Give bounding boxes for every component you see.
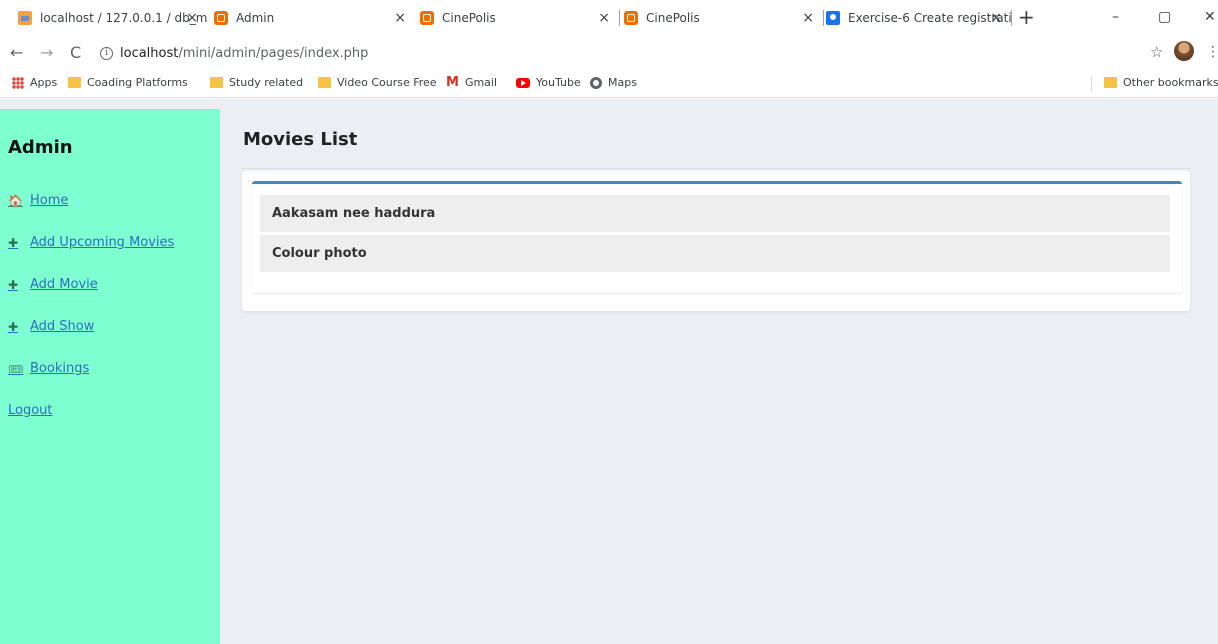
bookmark-other[interactable]: Other bookmarks xyxy=(1104,76,1218,89)
plus-icon: ✚ xyxy=(8,235,19,250)
folder-icon xyxy=(318,77,331,88)
bookmark-label: Apps xyxy=(30,76,58,89)
sidebar-item-label: Add Upcoming Movies xyxy=(30,235,175,250)
home-icon: 🏠 xyxy=(8,193,23,208)
browser-tab-cinepolis-2[interactable]: CinePolis × xyxy=(624,2,824,34)
tab-close-icon[interactable]: × xyxy=(990,10,1002,26)
movie-list-item[interactable]: Aakasam nee haddura xyxy=(260,195,1170,232)
tab-close-icon[interactable]: × xyxy=(598,10,610,26)
phpmyadmin-icon xyxy=(18,11,32,25)
profile-avatar[interactable] xyxy=(1174,41,1194,61)
minimize-button[interactable]: – xyxy=(1112,6,1119,28)
sidebar-item-add-upcoming-movies[interactable]: ✚ Add Upcoming Movies xyxy=(8,235,174,250)
plus-icon: ✚ xyxy=(8,277,19,292)
ticket-icon: 🎟 xyxy=(8,361,24,376)
sidebar-brand: Admin xyxy=(8,137,73,158)
bookmark-gmail[interactable]: M Gmail xyxy=(446,74,498,90)
sidebar: Admin 🏠 Home ✚ Add Upcoming Movies ✚ Add… xyxy=(0,109,220,644)
sidebar-item-label: Bookings xyxy=(30,361,90,376)
cinepolis-icon xyxy=(420,11,434,25)
tab-title: CinePolis xyxy=(442,11,496,25)
tab-separator xyxy=(619,10,620,26)
bookmark-coading-platforms[interactable]: Coading Platforms xyxy=(68,76,188,89)
movies-panel: Aakasam nee haddura Colour photo xyxy=(242,171,1190,311)
url-field[interactable]: i localhost /mini/admin/pages/index.php xyxy=(100,41,1100,65)
url-host: localhost xyxy=(120,45,179,61)
cinepolis-icon xyxy=(214,11,228,25)
bookmark-label: Video Course Free xyxy=(337,76,437,89)
maximize-button[interactable]: ▢ xyxy=(1158,6,1171,28)
tab-title: Exercise-6 Create registrati xyxy=(848,11,1012,25)
form-icon xyxy=(826,11,840,25)
bookmark-separator xyxy=(1091,76,1092,92)
sidebar-item-label: Add Show xyxy=(30,319,95,334)
youtube-icon xyxy=(516,77,530,88)
bookmark-apps[interactable]: Apps xyxy=(12,76,57,89)
back-arrow-icon[interactable]: ← xyxy=(10,43,23,63)
movies-box: Aakasam nee haddura Colour photo xyxy=(252,181,1182,293)
plus-icon: ✚ xyxy=(8,319,19,334)
tab-separator xyxy=(1011,10,1012,26)
bookmarks-bar: Apps Coading Platforms Study related Vid… xyxy=(0,70,1218,98)
folder-icon xyxy=(210,77,223,88)
new-tab-button[interactable]: + xyxy=(1018,6,1035,28)
tab-title: Admin xyxy=(236,11,275,25)
bookmark-video-course-free[interactable]: Video Course Free xyxy=(318,76,437,89)
maps-icon xyxy=(590,76,602,89)
folder-icon xyxy=(1104,77,1117,88)
tab-separator xyxy=(823,10,824,26)
tab-close-icon[interactable]: × xyxy=(802,10,814,26)
sidebar-item-label: Add Movie xyxy=(30,277,98,292)
reload-icon[interactable]: C xyxy=(70,43,81,63)
sidebar-item-label: Home xyxy=(30,193,69,208)
sidebar-item-add-show[interactable]: ✚ Add Show xyxy=(8,319,94,334)
bookmark-label: Study related xyxy=(229,76,304,89)
address-bar: ← → C i localhost /mini/admin/pages/inde… xyxy=(0,38,1218,68)
bookmark-star-icon[interactable]: ☆ xyxy=(1150,42,1163,62)
movie-list-item[interactable]: Colour photo xyxy=(260,235,1170,272)
bookmark-label: Other bookmarks xyxy=(1123,76,1218,89)
bookmark-study-related[interactable]: Study related xyxy=(210,76,303,89)
tab-title: localhost / 127.0.0.1 / db_m xyxy=(40,11,208,25)
url-path: /mini/admin/pages/index.php xyxy=(178,45,369,61)
bookmark-label: Coading Platforms xyxy=(87,76,188,89)
page-title: Movies List xyxy=(243,129,358,150)
bookmark-youtube[interactable]: YouTube xyxy=(516,76,581,89)
sidebar-item-label: Logout xyxy=(8,403,53,418)
main-content: Movies List Aakasam nee haddura Colour p… xyxy=(230,109,1192,644)
sidebar-item-bookings[interactable]: 🎟 Bookings xyxy=(8,361,89,376)
gmail-icon: M xyxy=(446,74,459,90)
cinepolis-icon xyxy=(624,11,638,25)
forward-arrow-icon[interactable]: → xyxy=(40,43,53,63)
bookmark-label: YouTube xyxy=(536,76,581,89)
page-body: Admin 🏠 Home ✚ Add Upcoming Movies ✚ Add… xyxy=(0,99,1218,644)
sidebar-item-add-movie[interactable]: ✚ Add Movie xyxy=(8,277,98,292)
folder-icon xyxy=(68,77,81,88)
tab-close-icon[interactable]: × xyxy=(394,10,406,26)
apps-icon xyxy=(12,76,24,89)
tab-title: CinePolis xyxy=(646,11,700,25)
browser-tab-strip: localhost / 127.0.0.1 / db_m × Admin × C… xyxy=(0,0,1218,36)
browser-tab-phpmyadmin[interactable]: localhost / 127.0.0.1 / db_m × xyxy=(18,2,208,34)
bookmark-maps[interactable]: Maps xyxy=(590,76,637,89)
info-icon[interactable]: i xyxy=(100,46,113,60)
menu-icon[interactable]: ⋮ xyxy=(1206,43,1218,61)
page-header: Movies List xyxy=(241,109,1191,169)
sidebar-item-logout[interactable]: Logout xyxy=(8,403,53,418)
bookmark-label: Maps xyxy=(608,76,637,89)
tab-close-icon[interactable]: × xyxy=(186,10,198,26)
browser-tab-exercise[interactable]: Exercise-6 Create registrati × xyxy=(826,2,1012,34)
browser-tab-cinepolis-1[interactable]: CinePolis × xyxy=(420,2,620,34)
window-close-button[interactable]: ✕ xyxy=(1204,6,1216,28)
browser-tab-admin[interactable]: Admin × xyxy=(214,2,416,34)
bookmark-label: Gmail xyxy=(464,76,498,89)
sidebar-item-home[interactable]: 🏠 Home xyxy=(8,193,68,208)
